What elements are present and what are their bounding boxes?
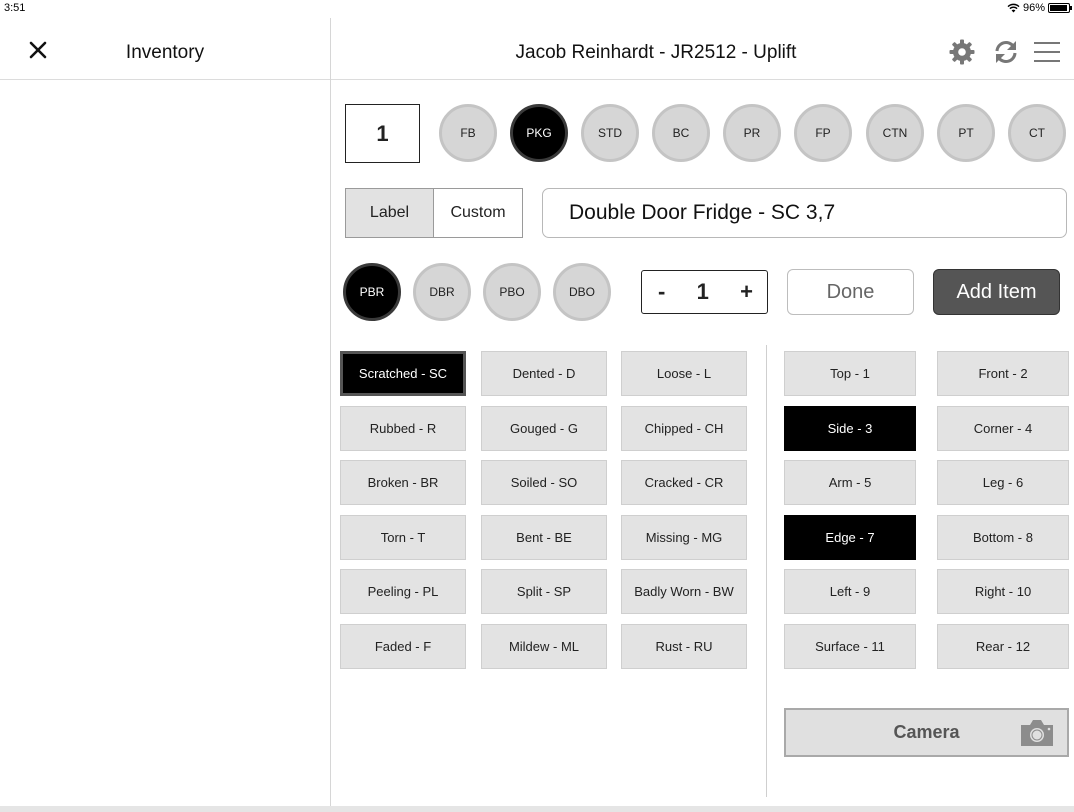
location-left-9[interactable]: Left - 9 (784, 569, 916, 614)
done-button[interactable]: Done (787, 269, 914, 315)
status-bar: 3:51 96% (0, 0, 1074, 18)
condition-code-pbr[interactable]: PBR (343, 263, 401, 321)
custom-mode-button[interactable]: Custom (434, 189, 522, 237)
condition-code-dbo[interactable]: DBO (553, 263, 611, 321)
damage-bent-be[interactable]: Bent - BE (481, 515, 607, 560)
job-title: Jacob Reinhardt - JR2512 - Uplift (515, 42, 797, 63)
battery-percent: 96% (1022, 2, 1045, 14)
item-quantity-box[interactable]: 1 (345, 104, 420, 163)
damage-faded-f[interactable]: Faded - F (340, 624, 466, 669)
packing-code-ct[interactable]: CT (1008, 104, 1066, 162)
inventory-title: Inventory (125, 42, 205, 63)
packing-code-fp[interactable]: FP (794, 104, 852, 162)
damage-broken-br[interactable]: Broken - BR (340, 460, 466, 505)
inventory-sidebar: Inventory (0, 18, 331, 812)
packing-code-ctn[interactable]: CTN (866, 104, 924, 162)
location-corner-4[interactable]: Corner - 4 (937, 406, 1069, 451)
damage-scratched-sc[interactable]: Scratched - SC (340, 351, 466, 396)
inventory-header: Inventory (0, 18, 330, 80)
location-arm-5[interactable]: Arm - 5 (784, 460, 916, 505)
wifi-icon (1007, 3, 1020, 13)
condition-code-dbr[interactable]: DBR (413, 263, 471, 321)
status-time: 3:51 (4, 2, 26, 14)
location-leg-6[interactable]: Leg - 6 (937, 460, 1069, 505)
location-front-2[interactable]: Front - 2 (937, 351, 1069, 396)
damage-torn-t[interactable]: Torn - T (340, 515, 466, 560)
packing-code-bc[interactable]: BC (652, 104, 710, 162)
damage-split-sp[interactable]: Split - SP (481, 569, 607, 614)
packing-code-pr[interactable]: PR (723, 104, 781, 162)
damage-soiled-so[interactable]: Soiled - SO (481, 460, 607, 505)
location-surface-11[interactable]: Surface - 11 (784, 624, 916, 669)
location-edge-7[interactable]: Edge - 7 (784, 515, 916, 560)
damage-cracked-cr[interactable]: Cracked - CR (621, 460, 747, 505)
hamburger-menu-icon[interactable] (1031, 38, 1063, 66)
damage-dented-d[interactable]: Dented - D (481, 351, 607, 396)
item-name-field[interactable] (542, 188, 1067, 238)
gear-icon[interactable] (948, 38, 976, 66)
damage-gouged-g[interactable]: Gouged - G (481, 406, 607, 451)
damage-peeling-pl[interactable]: Peeling - PL (340, 569, 466, 614)
status-indicators: 96% (1007, 2, 1072, 14)
damage-chipped-ch[interactable]: Chipped - CH (621, 406, 747, 451)
camera-button-label: Camera (893, 722, 960, 742)
label-mode-button[interactable]: Label (346, 189, 434, 237)
add-item-button[interactable]: Add Item (933, 269, 1060, 315)
packing-code-std[interactable]: STD (581, 104, 639, 162)
packing-code-fb[interactable]: FB (439, 104, 497, 162)
location-bottom-8[interactable]: Bottom - 8 (937, 515, 1069, 560)
camera-button[interactable]: Camera (784, 708, 1069, 757)
quantity-stepper: - 1 + (641, 270, 768, 314)
packing-code-pkg[interactable]: PKG (510, 104, 568, 162)
location-right-10[interactable]: Right - 10 (937, 569, 1069, 614)
damage-badly-worn-bw[interactable]: Badly Worn - BW (621, 569, 747, 614)
camera-icon (1021, 720, 1053, 746)
damage-rubbed-r[interactable]: Rubbed - R (340, 406, 466, 451)
location-rear-12[interactable]: Rear - 12 (937, 624, 1069, 669)
label-mode-toggle: Label Custom (345, 188, 523, 238)
editor-header: Jacob Reinhardt - JR2512 - Uplift (331, 18, 1074, 80)
quantity-value: 1 (696, 279, 709, 304)
damage-loose-l[interactable]: Loose - L (621, 351, 747, 396)
packing-code-pt[interactable]: PT (937, 104, 995, 162)
damage-missing-mg[interactable]: Missing - MG (621, 515, 747, 560)
decrement-button[interactable]: - (658, 279, 665, 305)
battery-level (1050, 5, 1068, 11)
damage-rust-ru[interactable]: Rust - RU (621, 624, 747, 669)
location-side-3[interactable]: Side - 3 (784, 406, 916, 451)
condition-code-pbo[interactable]: PBO (483, 263, 541, 321)
location-top-1[interactable]: Top - 1 (784, 351, 916, 396)
refresh-icon[interactable] (992, 38, 1020, 66)
increment-button[interactable]: + (740, 279, 753, 305)
battery-icon (1048, 3, 1072, 13)
bottom-bar (0, 806, 1074, 812)
damage-mildew-ml[interactable]: Mildew - ML (481, 624, 607, 669)
grid-divider (766, 345, 767, 797)
